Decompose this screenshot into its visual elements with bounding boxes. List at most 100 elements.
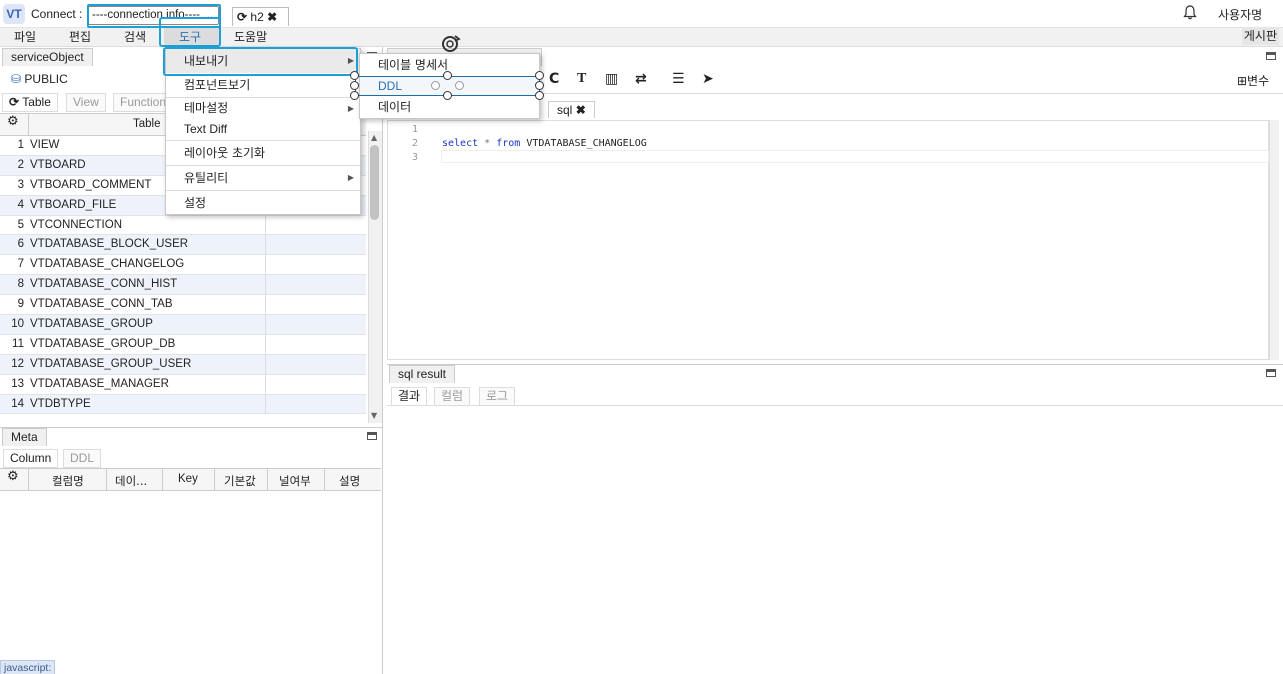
table-row[interactable]: 6 VTDATABASE_BLOCK_USER [0, 235, 366, 256]
send-icon[interactable]: ➤ [702, 71, 714, 87]
meta-col-default[interactable]: 기본값 [224, 473, 256, 489]
tab-service-object[interactable]: serviceObject [2, 48, 93, 66]
subtab-result[interactable]: 결과 [391, 387, 428, 406]
active-line [441, 150, 1269, 163]
subtab-ddl[interactable]: DDL [63, 449, 102, 468]
tab-sql[interactable]: sql ✖ [548, 101, 595, 118]
variables-button[interactable]: ⊞변수 [1237, 72, 1269, 89]
table-row[interactable]: 14 VTDBTYPE [0, 394, 366, 415]
table-row[interactable]: 11 VTDATABASE_GROUP_DB [0, 335, 366, 355]
resize-handle[interactable] [350, 91, 359, 100]
menu-tools-highlight [159, 17, 221, 47]
menu-item-text-diff[interactable]: Text Diff [166, 119, 360, 140]
row-number: 13 [11, 377, 24, 390]
table-name: VTDATABASE_BLOCK_USER [30, 238, 189, 251]
rotate-icon[interactable] [437, 33, 463, 58]
meta-divider [0, 427, 383, 428]
minimize-icon[interactable] [1266, 369, 1276, 377]
table-row[interactable]: 8 VTDATABASE_CONN_HIST [0, 275, 366, 296]
menu-item-theme-label: 테마설정 [184, 101, 229, 115]
indent-icon[interactable]: ☰ [672, 71, 685, 87]
scroll-down-icon[interactable]: ▼ [371, 411, 377, 420]
menu-item-settings-label: 설정 [184, 196, 207, 210]
table-row[interactable]: 12 VTDATABASE_GROUP_USER [0, 354, 366, 375]
menu-help[interactable]: 도움말 [234, 29, 267, 46]
minimize-icon[interactable] [367, 432, 377, 440]
submenu-item-data-label: 데이터 [378, 100, 412, 114]
row-number: 11 [12, 337, 24, 350]
column-header-table[interactable]: Table [133, 118, 161, 130]
subtab-columns[interactable]: 컬럼 [434, 387, 471, 406]
bell-icon[interactable] [1183, 5, 1197, 24]
row-number: 1 [17, 139, 24, 151]
menu-item-components[interactable]: 컴포넌트보기 [166, 73, 360, 97]
text-format-icon[interactable]: T [577, 71, 586, 87]
schema-selector[interactable]: ⛁ PUBLIC [11, 72, 68, 86]
export-highlight [163, 47, 358, 76]
table-row[interactable]: 13 VTDATABASE_MANAGER [0, 375, 366, 395]
user-name[interactable]: 사용자명 [1218, 6, 1262, 23]
subtab-table[interactable]: ⟳ Table [2, 93, 58, 112]
row-number: 10 [11, 318, 24, 331]
meta-col-name[interactable]: 컬럼명 [52, 473, 84, 489]
table-row[interactable]: 5 VTCONNECTION [0, 216, 366, 236]
menu-item-theme[interactable]: 테마설정 ▶ [166, 98, 360, 119]
schema-name: PUBLIC [24, 72, 68, 86]
board-button[interactable]: 게시판 [1241, 28, 1279, 45]
row-number: 2 [17, 158, 24, 171]
map-icon[interactable]: ▥ [605, 71, 618, 87]
table-row[interactable]: 10 VTDATABASE_GROUP [0, 315, 366, 335]
refresh-icon[interactable]: ⟳ [9, 95, 19, 109]
connection-tab-label: h2 [250, 10, 264, 24]
chevron-right-icon: ▶ [347, 104, 354, 113]
row-number: 6 [17, 238, 24, 251]
gear-icon[interactable]: ⚙ [7, 114, 19, 129]
scroll-up-icon[interactable]: ▲ [371, 133, 377, 142]
line-number: 3 [412, 152, 419, 163]
refresh-icon[interactable]: ⟳ [237, 10, 247, 24]
subtab-view[interactable]: View [66, 93, 106, 112]
connect-label: Connect : [31, 7, 83, 21]
grid-divider [162, 468, 163, 491]
tab-meta[interactable]: Meta [2, 428, 47, 446]
meta-col-desc[interactable]: 설명 [339, 473, 360, 489]
resize-handle[interactable] [535, 81, 544, 90]
resize-handle[interactable] [535, 91, 544, 100]
meta-col-nullable[interactable]: 널여부 [279, 473, 311, 489]
resize-handle[interactable] [443, 71, 452, 80]
menu-item-utility[interactable]: 유틸리티 ▶ [166, 166, 360, 190]
table-name: VTDATABASE_GROUP_DB [30, 337, 176, 350]
menu-file[interactable]: 파일 [14, 29, 36, 46]
table-row[interactable]: 9 VTDATABASE_CONN_TAB [0, 295, 366, 316]
tab-sql-result[interactable]: sql result [389, 365, 456, 383]
menu-item-components-label: 컴포넌트보기 [184, 78, 251, 92]
refresh-icon[interactable]: C [549, 71, 559, 87]
menu-search[interactable]: 검색 [124, 29, 146, 46]
retweet-icon[interactable]: ⇄ [635, 71, 647, 87]
menu-item-settings[interactable]: 설정 [166, 191, 360, 215]
menu-item-reset-layout[interactable]: 레이아웃 초기화 [166, 141, 360, 165]
scrollbar-thumb[interactable] [370, 145, 379, 220]
close-icon[interactable]: ✖ [267, 10, 277, 24]
submenu-item-table-spec-label: 테이블 명세서 [378, 58, 449, 72]
table-name: VTBOARD_COMMENT [30, 178, 152, 191]
close-icon[interactable]: ✖ [576, 103, 586, 117]
subtab-column[interactable]: Column [3, 449, 59, 468]
anchor-handle[interactable] [431, 81, 440, 90]
anchor-handle[interactable] [455, 81, 464, 90]
menu-edit[interactable]: 편집 [69, 29, 91, 46]
table-row[interactable]: 7 VTDATABASE_CHANGELOG [0, 255, 366, 276]
resize-handle[interactable] [350, 81, 359, 90]
gear-icon[interactable]: ⚙ [7, 469, 19, 484]
meta-col-type[interactable]: 데이... [115, 473, 147, 489]
resize-handle[interactable] [350, 71, 359, 80]
subtab-log[interactable]: 로그 [479, 387, 516, 406]
resize-handle[interactable] [443, 91, 452, 100]
resize-handle[interactable] [535, 71, 544, 80]
sql-table-name: VTDATABASE_CHANGELOG [526, 138, 647, 149]
connection-tab[interactable]: ⟳ h2 ✖ [232, 7, 289, 26]
table-name: VTBOARD_FILE [30, 198, 117, 211]
minimize-icon[interactable] [1266, 52, 1276, 60]
meta-col-key[interactable]: Key [178, 473, 198, 485]
editor-scrollbar[interactable] [1269, 120, 1279, 360]
